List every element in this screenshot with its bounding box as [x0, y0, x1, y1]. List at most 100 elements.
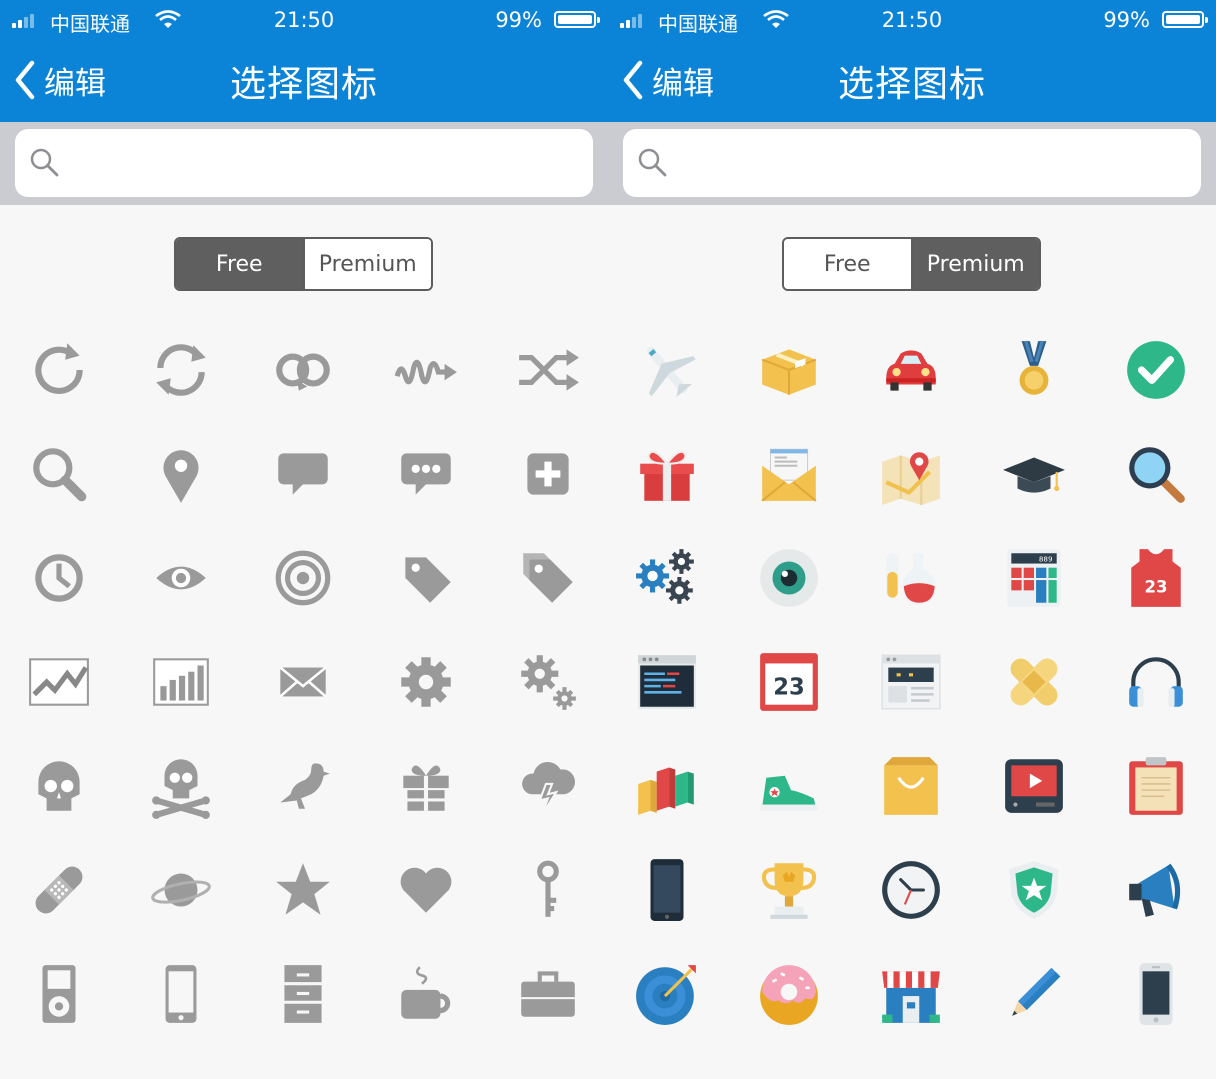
megaphone-icon[interactable]: [1116, 850, 1196, 930]
jersey-number: 23: [1145, 577, 1168, 596]
bar-blocks-icon[interactable]: [627, 746, 707, 826]
sync-icon[interactable]: [141, 330, 221, 410]
jersey-icon[interactable]: 23: [1116, 538, 1196, 618]
search-icon: [30, 148, 59, 177]
sneaker-icon[interactable]: [749, 746, 829, 826]
gears-icon[interactable]: [627, 538, 707, 618]
skull-crossbones-icon[interactable]: [141, 746, 221, 826]
speech-bubble-icon[interactable]: [263, 434, 343, 514]
squiggle-arrow-icon[interactable]: [386, 330, 466, 410]
battery-percent: 99%: [495, 8, 542, 32]
search-input[interactable]: [77, 129, 581, 199]
eye-icon[interactable]: [141, 538, 221, 618]
tag-icon[interactable]: [386, 538, 466, 618]
segment-free[interactable]: Free: [176, 239, 303, 289]
car-icon[interactable]: [871, 330, 951, 410]
checkmark-circle-icon[interactable]: [1116, 330, 1196, 410]
pencil-icon[interactable]: [994, 954, 1074, 1034]
search-icon: [638, 148, 667, 177]
gift-icon[interactable]: [386, 746, 466, 826]
airplane-icon[interactable]: [627, 330, 707, 410]
medal-icon[interactable]: [994, 330, 1074, 410]
shopping-bag-icon[interactable]: [871, 746, 951, 826]
dartboard-icon[interactable]: [627, 954, 707, 1034]
pigeon-icon[interactable]: [263, 746, 343, 826]
storm-cloud-icon[interactable]: [508, 746, 588, 826]
segmented-control: Free Premium: [782, 237, 1041, 291]
planet-icon[interactable]: [141, 850, 221, 930]
calculator-display: 889: [1039, 555, 1053, 564]
package-box-icon[interactable]: [749, 330, 829, 410]
target-icon[interactable]: [263, 538, 343, 618]
magnifier-icon[interactable]: [1116, 434, 1196, 514]
video-player-icon[interactable]: [994, 746, 1074, 826]
gift-box-icon[interactable]: [627, 434, 707, 514]
ipod-icon[interactable]: [19, 954, 99, 1034]
star-icon[interactable]: [263, 850, 343, 930]
battery-icon: [1162, 11, 1208, 28]
page-title: 选择图标: [837, 64, 986, 105]
key-icon[interactable]: [508, 850, 588, 930]
segment-free[interactable]: Free: [784, 239, 911, 289]
refresh-icon[interactable]: [19, 330, 99, 410]
lab-flasks-icon[interactable]: [871, 538, 951, 618]
clipboard-icon[interactable]: [1116, 746, 1196, 826]
smartphone-icon[interactable]: [627, 850, 707, 930]
coffee-cup-icon[interactable]: [386, 954, 466, 1034]
eye-ball-icon[interactable]: [749, 538, 829, 618]
gear-icon[interactable]: [386, 642, 466, 722]
page-title: 选择图标: [229, 64, 378, 105]
trophy-icon[interactable]: [749, 850, 829, 930]
shield-star-icon[interactable]: [994, 850, 1074, 930]
screens: 中国联通 21:50 99% 编辑 选择图标 Free Premium 中国联通…: [0, 0, 1216, 1079]
envelope-icon[interactable]: [263, 642, 343, 722]
cabinet-icon[interactable]: [263, 954, 343, 1034]
briefcase-icon[interactable]: [508, 954, 588, 1034]
map-pin-icon[interactable]: [141, 434, 221, 514]
calendar-day: 23: [773, 674, 805, 700]
search-field[interactable]: [15, 129, 593, 199]
calendar-icon[interactable]: 23: [749, 642, 829, 722]
nav-bar: 中国联通 21:50 99% 编辑 选择图标: [608, 0, 1216, 122]
search-icon[interactable]: [19, 434, 99, 514]
store-icon[interactable]: [871, 954, 951, 1034]
heart-icon[interactable]: [386, 850, 466, 930]
battery-percent: 99%: [1103, 8, 1150, 32]
donut-icon[interactable]: [749, 954, 829, 1034]
screen-free: 中国联通 21:50 99% 编辑 选择图标 Free Premium: [0, 0, 608, 1079]
web-page-icon[interactable]: [871, 642, 951, 722]
iphone-icon[interactable]: [1116, 954, 1196, 1034]
gears-icon[interactable]: [508, 642, 588, 722]
search-bar: [0, 122, 608, 205]
status-bar: 中国联通 21:50 99%: [608, 8, 1216, 36]
line-chart-icon[interactable]: [19, 642, 99, 722]
headphones-icon[interactable]: [1116, 642, 1196, 722]
segment-premium[interactable]: Premium: [910, 239, 1039, 289]
phone-icon[interactable]: [141, 954, 221, 1034]
segment-premium[interactable]: Premium: [302, 239, 431, 289]
mail-envelope-icon[interactable]: [749, 434, 829, 514]
shuffle-icon[interactable]: [508, 330, 588, 410]
search-field[interactable]: [623, 129, 1201, 199]
code-window-icon[interactable]: [627, 642, 707, 722]
chat-dots-icon[interactable]: [386, 434, 466, 514]
calculator-icon[interactable]: 889: [994, 538, 1074, 618]
search-input[interactable]: [685, 129, 1189, 199]
bandage-icon[interactable]: [19, 850, 99, 930]
wall-clock-icon[interactable]: [871, 850, 951, 930]
clock-icon[interactable]: [19, 538, 99, 618]
map-location-icon[interactable]: [871, 434, 951, 514]
plus-square-icon[interactable]: [508, 434, 588, 514]
nav-bar: 中国联通 21:50 99% 编辑 选择图标: [0, 0, 608, 122]
bandage-cross-icon[interactable]: [994, 642, 1074, 722]
battery-icon: [554, 11, 600, 28]
segmented-control: Free Premium: [174, 237, 433, 291]
graduation-cap-icon[interactable]: [994, 434, 1074, 514]
tags-icon[interactable]: [508, 538, 588, 618]
status-bar: 中国联通 21:50 99%: [0, 8, 608, 36]
search-bar: [608, 122, 1216, 205]
bar-chart-icon[interactable]: [141, 642, 221, 722]
skull-icon[interactable]: [19, 746, 99, 826]
loop-icon[interactable]: [263, 330, 343, 410]
screen-premium: 中国联通 21:50 99% 编辑 选择图标 Free Premium 889 …: [608, 0, 1216, 1079]
